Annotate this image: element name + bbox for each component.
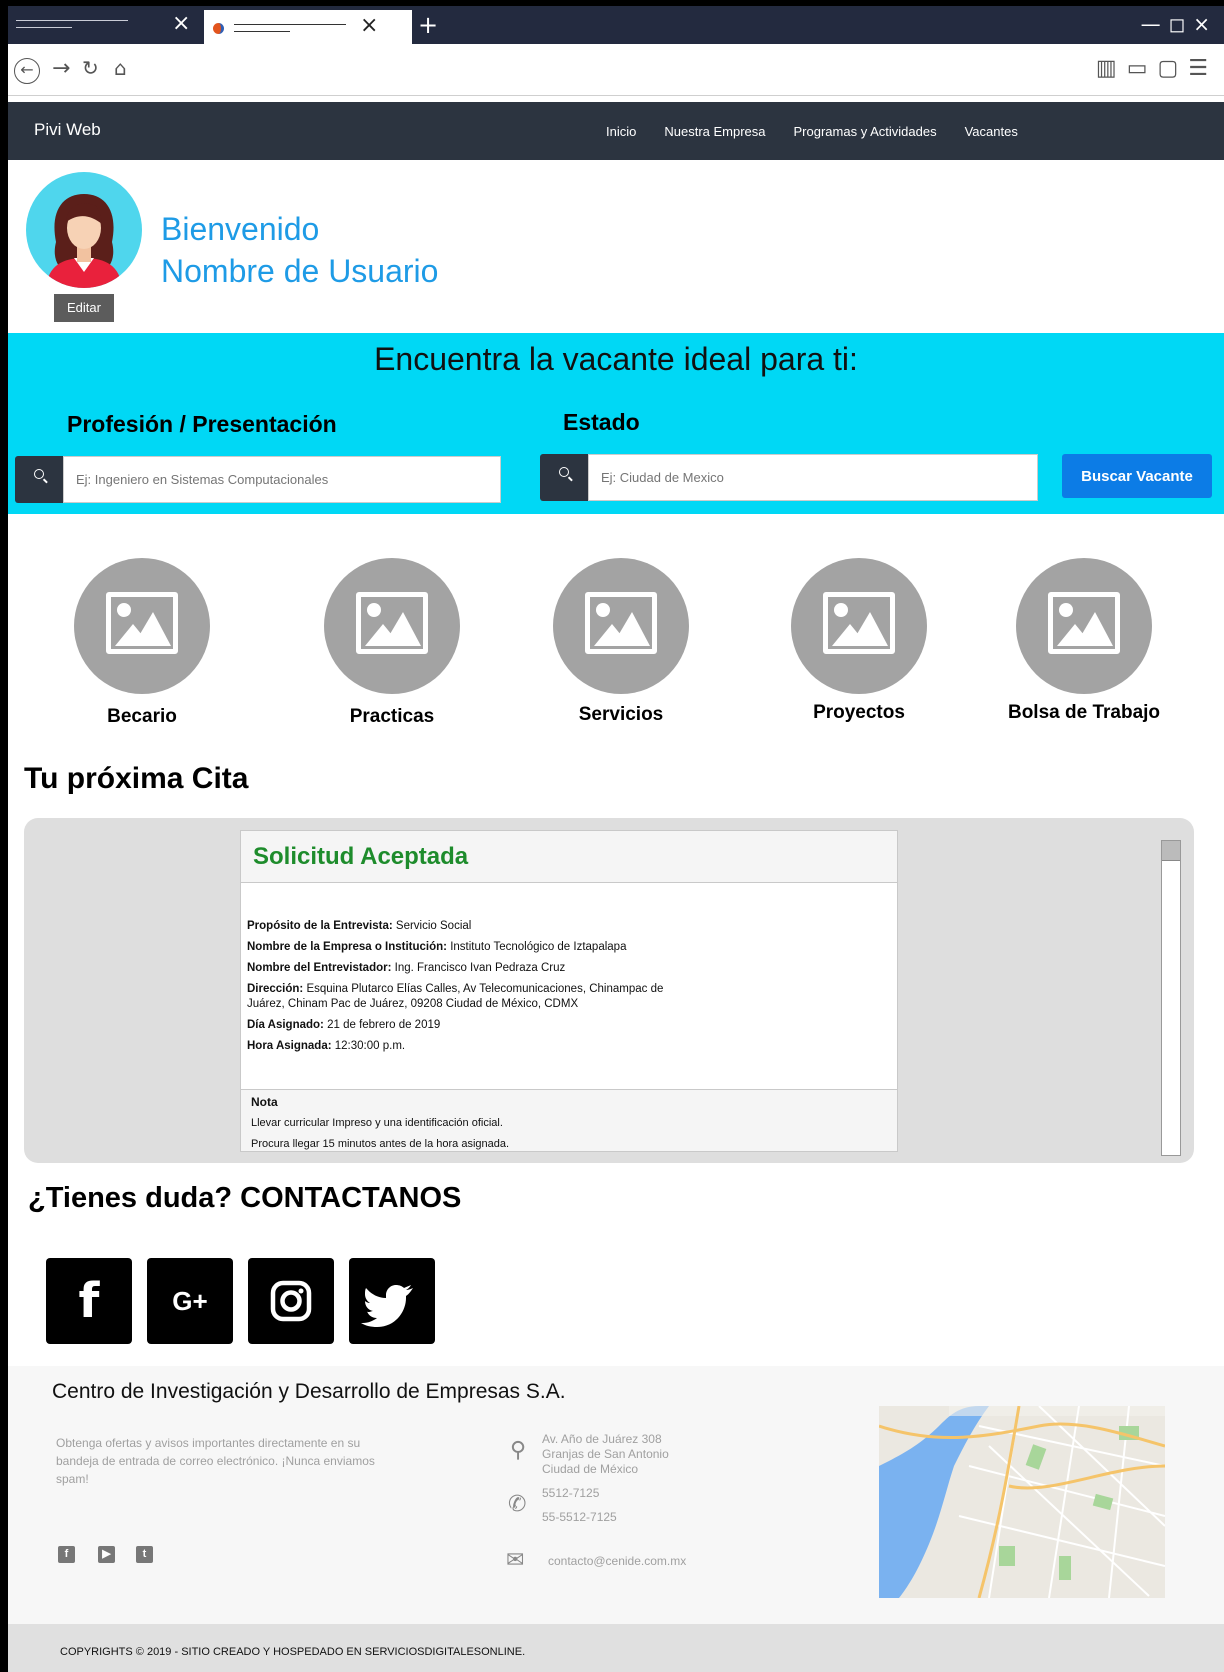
address-line: Ciudad de México bbox=[542, 1462, 639, 1476]
detail-date: Día Asignado: 21 de febrero de 2019 bbox=[247, 1019, 441, 1031]
detail-interviewer: Nombre del Entrevistador: Ing. Francisco… bbox=[247, 962, 566, 974]
category-bolsa-de-trabajo[interactable]: Bolsa de Trabajo bbox=[984, 558, 1184, 724]
state-input[interactable] bbox=[588, 454, 1038, 501]
address-line: Av. Año de Juárez 308 bbox=[542, 1432, 662, 1446]
google-plus-button[interactable]: G+ bbox=[147, 1258, 233, 1344]
profession-label: Profesión / Presentación bbox=[67, 411, 337, 437]
twitter-button[interactable] bbox=[349, 1258, 435, 1344]
edit-profile-button[interactable]: Editar bbox=[54, 294, 114, 322]
address-block: Av. Año de Juárez 308 Granjas de San Ant… bbox=[542, 1432, 669, 1477]
tab-active[interactable]: × bbox=[204, 10, 412, 44]
category-becario[interactable]: Becario bbox=[52, 558, 232, 728]
nav-item-programas[interactable]: Programas y Actividades bbox=[794, 124, 937, 139]
appointment-card: Solicitud Aceptada Propósito de la Entre… bbox=[240, 830, 898, 1152]
address-line: Granjas de San Antonio bbox=[542, 1447, 669, 1461]
phone-line: 5512-7125 bbox=[542, 1486, 600, 1500]
mail-icon: ✉ bbox=[506, 1548, 525, 1573]
facebook-button[interactable]: f bbox=[46, 1258, 132, 1344]
category-proyectos[interactable]: Proyectos bbox=[769, 558, 949, 724]
search-vacancy-button[interactable]: Buscar Vacante bbox=[1062, 454, 1212, 498]
state-label: Estado bbox=[563, 409, 640, 435]
search-title: Encuentra la vacante ideal para ti: bbox=[374, 341, 858, 377]
user-name: Nombre de Usuario bbox=[161, 253, 439, 289]
close-tab-icon[interactable]: × bbox=[360, 13, 378, 38]
location-map[interactable] bbox=[879, 1406, 1165, 1598]
youtube-icon[interactable]: ▶ bbox=[98, 1546, 115, 1563]
image-placeholder-icon bbox=[74, 558, 210, 694]
close-tab-icon[interactable]: × bbox=[172, 12, 190, 36]
category-label: Practicas bbox=[349, 706, 435, 727]
nav-item-inicio[interactable]: Inicio bbox=[606, 124, 636, 139]
category-servicios[interactable]: Servicios bbox=[531, 558, 711, 726]
nav-item-vacantes[interactable]: Vacantes bbox=[965, 124, 1018, 139]
toolbar-right-icons[interactable]: ▥▭▢☰ bbox=[1096, 56, 1218, 81]
site-navbar: Pivi Web Inicio Nuestra Empresa Programa… bbox=[8, 102, 1224, 160]
brand-logo[interactable]: Pivi Web bbox=[34, 120, 101, 140]
detail-purpose: Propósito de la Entrevista: Servicio Soc… bbox=[247, 920, 472, 932]
note-title: Nota bbox=[251, 1095, 278, 1109]
new-tab-icon[interactable]: + bbox=[418, 11, 438, 39]
copyright-text: COPYRIGHTS © 2019 - SITIO CREADO Y HOSPE… bbox=[60, 1646, 526, 1658]
contact-heading: ¿Tienes duda? CONTACTANOS bbox=[28, 1182, 462, 1214]
appointment-status: Solicitud Aceptada bbox=[241, 831, 897, 883]
site-footer: Centro de Investigación y Desarrollo de … bbox=[8, 1366, 1224, 1624]
company-name: Centro de Investigación y Desarrollo de … bbox=[52, 1380, 566, 1403]
browser-toolbar: ← → ↻ ⌂ ▥▭▢☰ bbox=[8, 44, 1224, 96]
window-controls[interactable]: —◻× bbox=[1141, 12, 1218, 36]
phone-block: 5512-7125 55-5512-7125 bbox=[542, 1486, 617, 1525]
tab-bar: × × + —◻× bbox=[8, 6, 1224, 44]
category-label: Servicios bbox=[578, 704, 664, 725]
category-practicas[interactable]: Practicas bbox=[302, 558, 482, 728]
welcome-greeting: Bienvenido bbox=[161, 211, 320, 247]
appointment-scrollbar[interactable] bbox=[1161, 840, 1181, 1156]
home-icon[interactable]: ⌂ bbox=[114, 56, 127, 80]
image-placeholder-icon bbox=[553, 558, 689, 694]
detail-company: Nombre de la Empresa o Institución: Inst… bbox=[247, 941, 627, 953]
vacancy-search-panel: Encuentra la vacante ideal para ti: Prof… bbox=[8, 333, 1224, 514]
phone-icon: ✆ bbox=[508, 1492, 527, 1517]
avatar bbox=[26, 172, 142, 288]
back-icon[interactable]: ← bbox=[14, 58, 40, 84]
nav-item-nuestra-empresa[interactable]: Nuestra Empresa bbox=[664, 124, 765, 139]
image-placeholder-icon bbox=[791, 558, 927, 694]
profession-input[interactable] bbox=[63, 456, 501, 503]
detail-address: Dirección: Esquina Plutarco Elías Calles… bbox=[247, 983, 664, 1010]
note-line: Procura llegar 15 minutos antes de la ho… bbox=[251, 1138, 510, 1150]
twitter-icon bbox=[361, 1285, 413, 1327]
phone-line: 55-5512-7125 bbox=[542, 1510, 617, 1524]
forward-icon[interactable]: → bbox=[52, 56, 70, 81]
scrollbar-thumb[interactable] bbox=[1162, 841, 1180, 861]
instagram-button[interactable] bbox=[248, 1258, 334, 1344]
state-search-icon[interactable] bbox=[540, 454, 588, 501]
newsletter-text: Obtenga ofertas y avisos importantes dir… bbox=[56, 1436, 375, 1486]
welcome-text: Bienvenido Nombre de Usuario bbox=[161, 208, 438, 292]
location-pin-icon: ⚲ bbox=[510, 1438, 527, 1463]
facebook-icon: f bbox=[78, 1273, 100, 1329]
twitter-icon[interactable]: t bbox=[136, 1546, 153, 1563]
note-line: Llevar curricular Impreso y una identifi… bbox=[251, 1117, 503, 1129]
category-label: Bolsa de Trabajo bbox=[1007, 702, 1161, 723]
appointment-note: Nota Llevar curricular Impreso y una ide… bbox=[241, 1089, 897, 1151]
instagram-icon bbox=[270, 1280, 312, 1322]
category-label: Becario bbox=[107, 706, 177, 727]
facebook-icon[interactable]: f bbox=[58, 1546, 75, 1563]
google-plus-icon: G+ bbox=[172, 1286, 208, 1316]
browser-window: × × + —◻× ← → ↻ ⌂ ▥▭▢☰ Pivi Web Inicio N… bbox=[8, 6, 1224, 1672]
appointment-heading: Tu próxima Cita bbox=[24, 762, 249, 795]
image-placeholder-icon bbox=[324, 558, 460, 694]
copyright-bar: COPYRIGHTS © 2019 - SITIO CREADO Y HOSPE… bbox=[8, 1624, 1224, 1672]
firefox-icon bbox=[213, 23, 224, 34]
contact-email[interactable]: contacto@cenide.com.mx bbox=[548, 1554, 686, 1569]
reload-icon[interactable]: ↻ bbox=[82, 56, 99, 80]
image-placeholder-icon bbox=[1016, 558, 1152, 694]
tab-inactive[interactable] bbox=[16, 20, 128, 34]
appointment-details: Propósito de la Entrevista: Servicio Soc… bbox=[241, 883, 897, 1054]
detail-time: Hora Asignada: 12:30:00 p.m. bbox=[247, 1040, 406, 1052]
nav-menu: Inicio Nuestra Empresa Programas y Activ… bbox=[606, 124, 1018, 139]
profession-search-icon[interactable] bbox=[15, 456, 63, 503]
category-label: Proyectos bbox=[813, 702, 905, 723]
